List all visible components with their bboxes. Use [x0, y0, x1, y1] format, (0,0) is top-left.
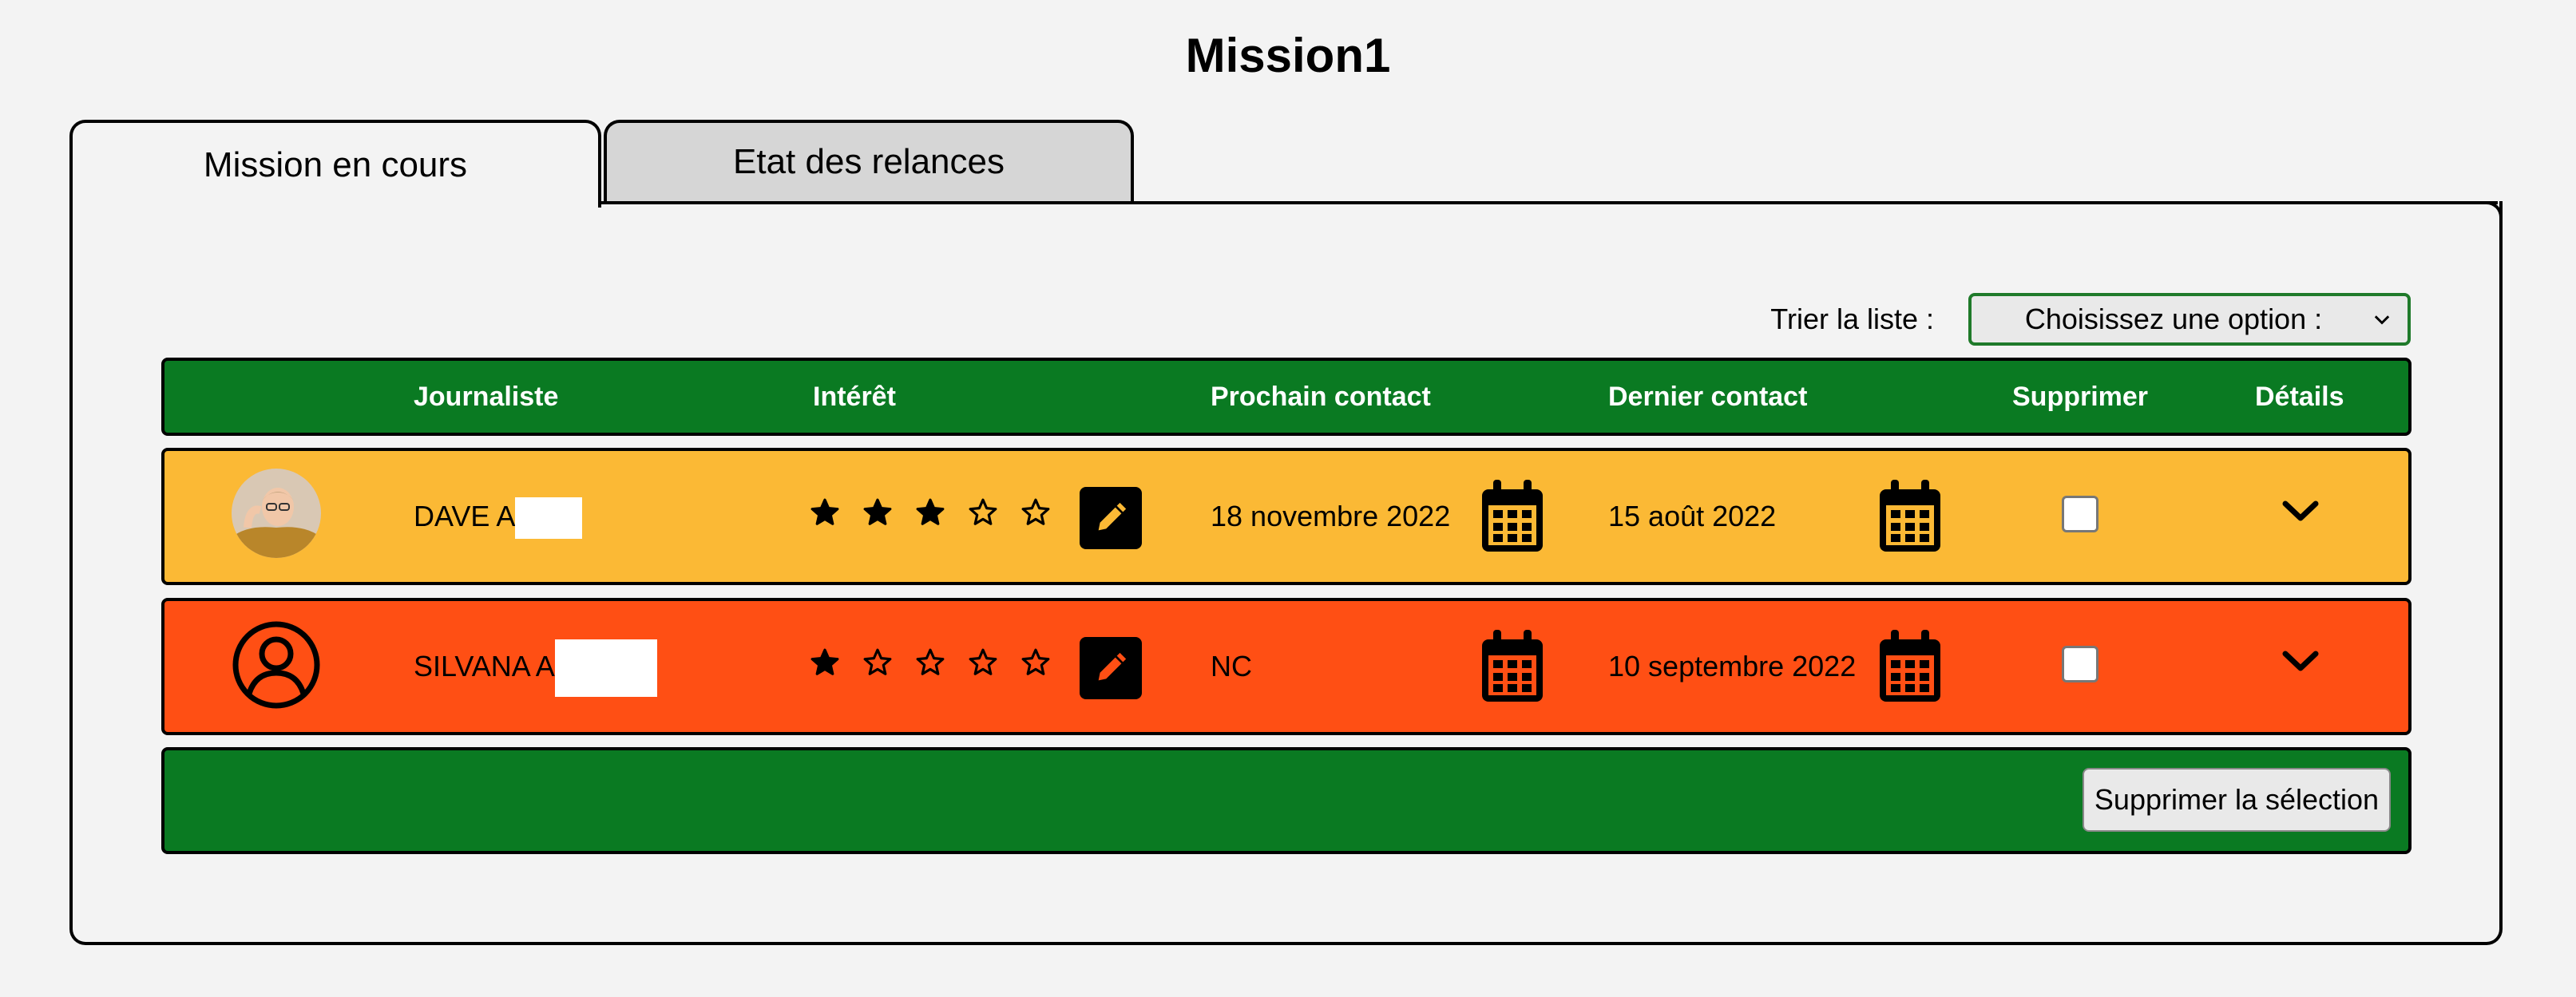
star-empty-icon[interactable]: [862, 647, 893, 678]
delete-selection-button[interactable]: Supprimer la sélection: [2083, 768, 2391, 832]
calendar-icon[interactable]: [1878, 480, 1942, 553]
star-empty-icon[interactable]: [968, 497, 998, 528]
calendar-icon[interactable]: [1878, 630, 1942, 703]
star-empty-icon[interactable]: [968, 647, 998, 678]
header-details: Détails: [2255, 382, 2344, 412]
star-filled-icon[interactable]: [810, 647, 840, 678]
star-empty-icon[interactable]: [1020, 497, 1051, 528]
edit-rating-button[interactable]: [1080, 637, 1142, 699]
star-filled-icon[interactable]: [862, 497, 893, 528]
user-outline-icon: [232, 621, 320, 709]
table-footer: Supprimer la sélection: [161, 747, 2412, 854]
chevron-down-icon[interactable]: [2281, 646, 2320, 678]
star-empty-icon[interactable]: [1020, 647, 1051, 678]
header-interet: Intérêt: [813, 382, 896, 412]
table-row: SILVANA A NC 10 septembre 2022: [161, 598, 2412, 735]
calendar-icon[interactable]: [1480, 480, 1544, 553]
star-empty-icon[interactable]: [915, 647, 945, 678]
star-filled-icon[interactable]: [810, 497, 840, 528]
star-filled-icon[interactable]: [915, 497, 945, 528]
journalist-name: SILVANA A: [414, 601, 657, 732]
rating-stars[interactable]: [810, 647, 1051, 678]
table-header: Journaliste Intérêt Prochain contact Der…: [161, 358, 2412, 436]
header-dernier-contact: Dernier contact: [1608, 382, 1808, 412]
header-prochain-contact: Prochain contact: [1211, 382, 1431, 412]
redacted-surname: [515, 497, 583, 540]
next-contact-date: NC: [1211, 650, 1252, 682]
last-contact-date: 10 septembre 2022: [1608, 650, 1857, 682]
header-journaliste: Journaliste: [414, 382, 559, 412]
delete-checkbox[interactable]: [2062, 496, 2098, 532]
pencil-icon: [1098, 502, 1127, 531]
table-row: DAVE A 18 novembre 2022 15 août 2022: [161, 448, 2412, 585]
chevron-down-icon[interactable]: [2281, 496, 2320, 528]
edit-rating-button[interactable]: [1080, 487, 1142, 549]
rating-stars[interactable]: [810, 497, 1051, 528]
journalist-name: DAVE A: [414, 451, 583, 582]
delete-checkbox[interactable]: [2062, 646, 2098, 682]
redacted-surname: [554, 639, 657, 698]
calendar-icon[interactable]: [1480, 630, 1544, 703]
pencil-icon: [1098, 652, 1127, 681]
avatar: [232, 469, 321, 558]
header-supprimer: Supprimer: [2012, 382, 2149, 412]
next-contact-date: 18 novembre 2022: [1211, 500, 1451, 532]
last-contact-date: 15 août 2022: [1608, 500, 1777, 532]
